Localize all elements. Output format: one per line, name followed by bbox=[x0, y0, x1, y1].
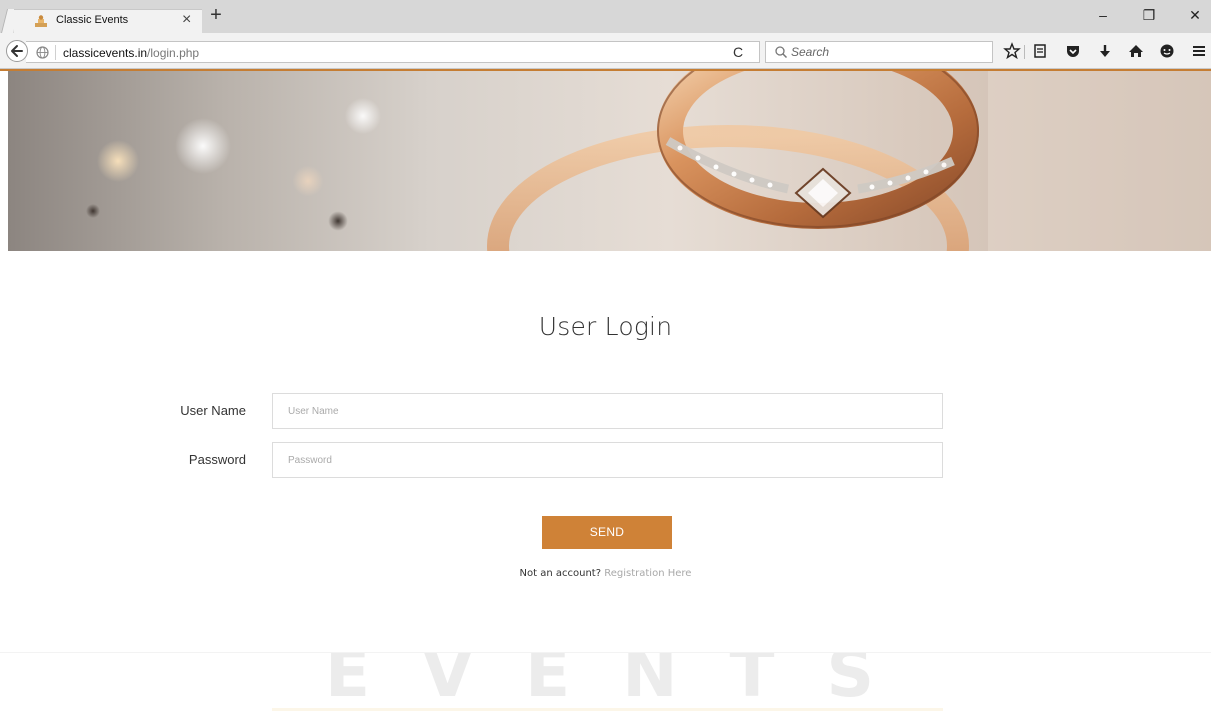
new-tab-button[interactable]: + bbox=[206, 5, 226, 26]
search-placeholder: Search bbox=[791, 45, 830, 59]
url-text[interactable]: classicevents.in/login.php bbox=[63, 46, 199, 60]
send-button[interactable]: SEND bbox=[542, 516, 672, 549]
back-arrow-icon bbox=[11, 45, 23, 57]
page-title: User Login bbox=[538, 312, 673, 341]
download-icon[interactable] bbox=[1096, 42, 1114, 60]
back-button[interactable] bbox=[6, 40, 28, 62]
url-host: classicevents.in bbox=[63, 46, 148, 60]
password-input[interactable] bbox=[272, 442, 943, 478]
browser-tab[interactable]: Classic Events × bbox=[14, 9, 202, 33]
url-separator bbox=[55, 45, 56, 60]
tab-title: Classic Events bbox=[56, 14, 129, 26]
pocket-icon[interactable] bbox=[1064, 42, 1082, 60]
home-icon[interactable] bbox=[1127, 42, 1145, 60]
password-label: Password bbox=[188, 452, 246, 467]
footer-band: EVENTS bbox=[0, 652, 1211, 711]
tab-strip: Classic Events × + – ❐ ✕ bbox=[0, 0, 1211, 33]
bookmark-star-icon[interactable] bbox=[1003, 42, 1021, 60]
toolbar-divider bbox=[1024, 45, 1025, 59]
address-bar[interactable]: classicevents.in/login.php C bbox=[26, 41, 760, 63]
username-input[interactable] bbox=[272, 393, 943, 429]
registration-prompt: Not an account? Registration Here bbox=[0, 568, 1211, 579]
site-favicon-icon bbox=[35, 15, 47, 27]
restore-button[interactable]: ❐ bbox=[1134, 2, 1164, 28]
minimize-button[interactable]: – bbox=[1088, 2, 1118, 28]
hero-banner bbox=[8, 71, 1211, 251]
events-watermark: EVENTS bbox=[324, 652, 927, 711]
tab-close-icon[interactable]: × bbox=[182, 11, 191, 29]
register-question: Not an account? bbox=[519, 568, 602, 579]
close-window-button[interactable]: ✕ bbox=[1180, 2, 1210, 28]
registration-link[interactable]: Registration Here bbox=[604, 568, 691, 579]
reload-icon[interactable]: C bbox=[733, 44, 743, 60]
search-icon bbox=[775, 46, 788, 59]
navigation-toolbar: classicevents.in/login.php C Search bbox=[0, 33, 1211, 69]
reading-list-icon[interactable] bbox=[1031, 42, 1049, 60]
chat-icon[interactable] bbox=[1158, 42, 1176, 60]
search-bar[interactable]: Search bbox=[765, 41, 993, 63]
globe-icon bbox=[36, 46, 49, 59]
username-label: User Name bbox=[180, 403, 246, 418]
url-path: /login.php bbox=[147, 46, 200, 60]
menu-icon[interactable] bbox=[1190, 42, 1208, 60]
wedding-rings-image bbox=[487, 71, 1211, 251]
